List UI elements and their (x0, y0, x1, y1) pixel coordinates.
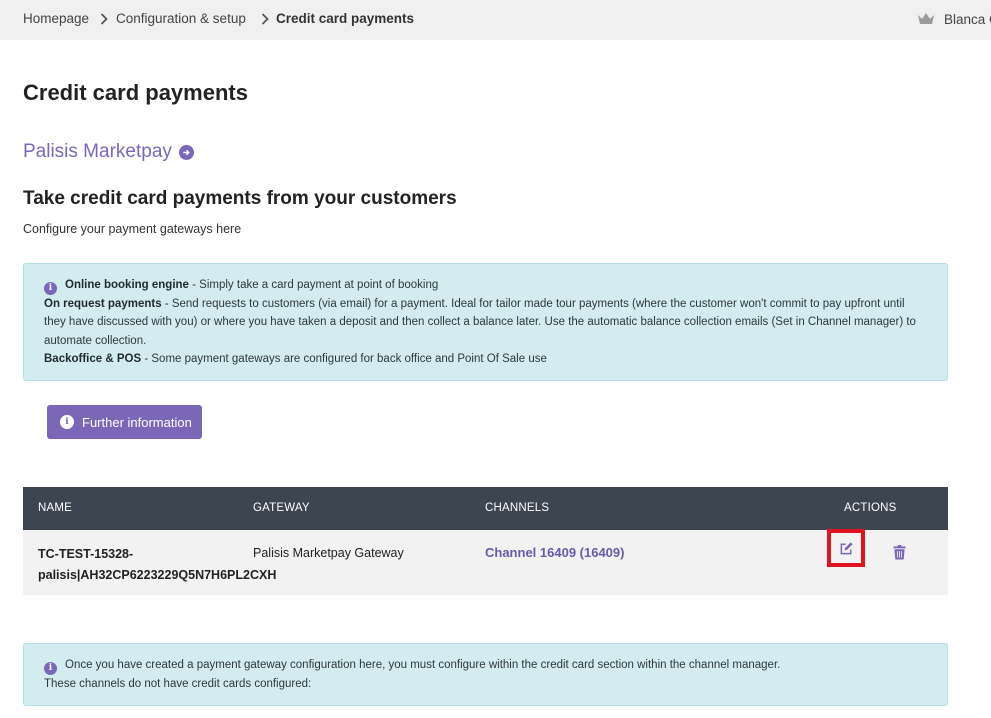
channels-info-line2: These channels do not have credit cards … (44, 677, 312, 690)
on-request-label: On request payments (44, 297, 162, 310)
info-icon: i (60, 415, 74, 429)
chevron-right-icon (258, 10, 272, 28)
table-header: NAME GATEWAY CHANNELS ACTIONS (23, 487, 948, 530)
marketpay-link[interactable]: Palisis Marketpay (23, 141, 194, 163)
online-booking-text: - Simply take a card payment at point of… (188, 279, 439, 291)
backoffice-label: Backoffice & POS (44, 353, 142, 366)
page-title: Credit card payments (23, 80, 248, 105)
channels-info-line1: Once you have created a payment gateway … (65, 659, 781, 671)
delete-button[interactable] (891, 543, 907, 561)
on-request-text: - Send requests to customers (via email)… (44, 297, 916, 347)
arrow-right-circle-icon (178, 144, 194, 160)
top-bar: Homepage Configuration & setup Credit ca… (0, 0, 991, 40)
user-name[interactable]: Blanca C (944, 12, 991, 27)
section-subtext: Configure your payment gateways here (23, 222, 242, 236)
edit-icon (840, 541, 853, 554)
crown-icon (918, 13, 934, 24)
online-booking-label: Online booking engine (65, 279, 189, 291)
gateway-table: NAME GATEWAY CHANNELS ACTIONS TC-TEST-15… (23, 487, 948, 595)
trash-icon (892, 544, 906, 559)
column-header-name: NAME (38, 502, 73, 514)
section-heading: Take credit card payments from your cust… (23, 188, 457, 209)
info-box-payment-types: i Online booking engine - Simply take a c… (23, 263, 948, 381)
breadcrumb-current: Credit card payments (276, 11, 415, 26)
breadcrumb-homepage[interactable]: Homepage (23, 11, 89, 26)
info-icon: i (44, 281, 57, 295)
column-header-gateway: GATEWAY (253, 502, 310, 514)
breadcrumb-configuration[interactable]: Configuration & setup (116, 11, 246, 26)
chevron-right-icon (97, 10, 111, 28)
column-header-actions: ACTIONS (844, 502, 897, 514)
gateway-type: Palisis Marketpay Gateway (253, 546, 404, 560)
info-box-channels: i Once you have created a payment gateway… (23, 643, 948, 706)
backoffice-text: - Some payment gateways are configured f… (141, 353, 547, 366)
channel-link[interactable]: Channel 16409 (16409) (485, 545, 624, 560)
info-icon: i (44, 661, 57, 675)
marketpay-link-label: Palisis Marketpay (23, 141, 172, 162)
column-header-channels: CHANNELS (485, 502, 550, 514)
further-information-label: Further information (82, 414, 192, 430)
further-information-button[interactable]: i Further information (47, 405, 202, 439)
table-row: TC-TEST-15328-palisis|AH32CP6223229Q5N7H… (23, 530, 948, 595)
edit-button[interactable] (827, 529, 865, 567)
